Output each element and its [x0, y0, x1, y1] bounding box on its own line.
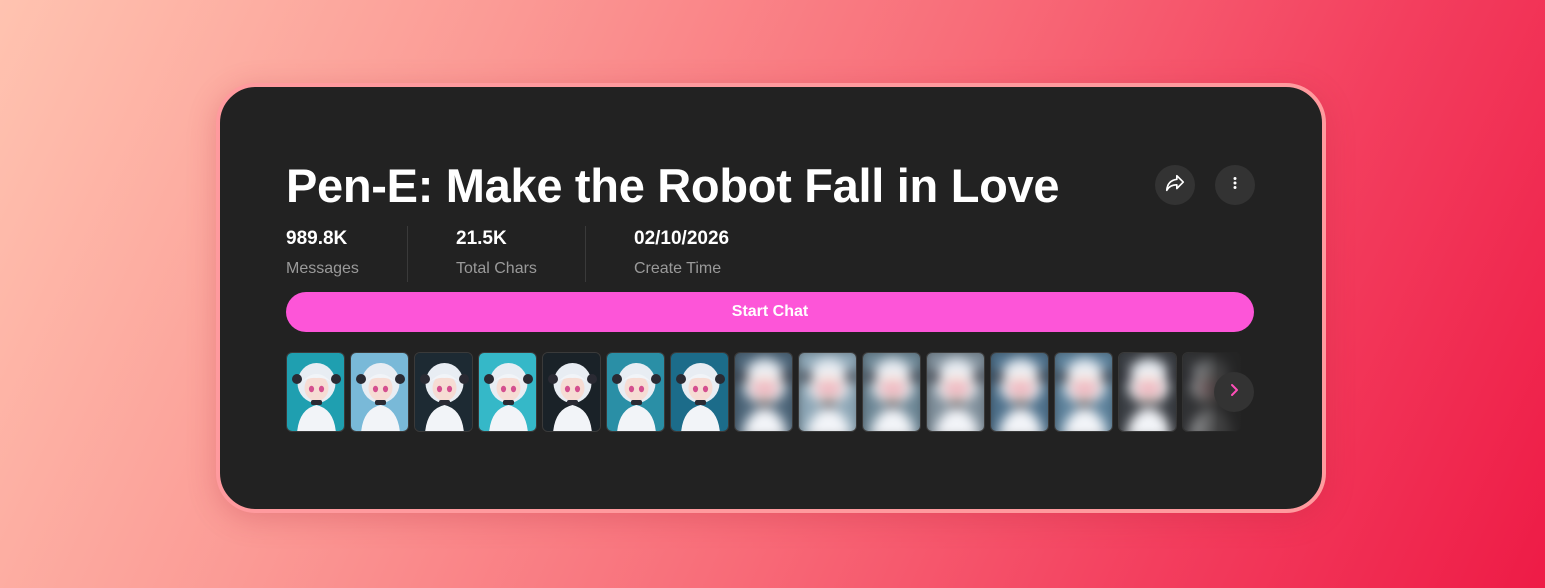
gallery-thumbnail[interactable]: [670, 352, 729, 432]
more-vertical-icon: [1225, 173, 1245, 198]
gallery-thumbnail[interactable]: [478, 352, 537, 432]
gallery-thumbnail[interactable]: [798, 352, 857, 432]
gallery-thumbnail[interactable]: [1054, 352, 1113, 432]
share-button[interactable]: [1155, 165, 1195, 205]
stats-row: 989.8K Messages 21.5K Total Chars 02/10/…: [286, 225, 794, 283]
stat-value: 02/10/2026: [634, 228, 730, 249]
stat-value: 989.8K: [286, 228, 348, 249]
stat-messages: 989.8K Messages: [286, 225, 407, 283]
character-card: Pen-E: Make the Robot Fall in Love 989.8…: [216, 83, 1326, 513]
gallery-next-button[interactable]: [1214, 372, 1254, 412]
gallery-thumbnail[interactable]: [1118, 352, 1177, 432]
gallery-thumbnail[interactable]: [414, 352, 473, 432]
chevron-right-icon: [1226, 382, 1242, 403]
stat-label: Total Chars: [456, 260, 537, 277]
gallery-thumbnail[interactable]: [990, 352, 1049, 432]
gallery-thumbnail[interactable]: [542, 352, 601, 432]
stat-total-chars: 21.5K Total Chars: [408, 225, 585, 283]
gallery-thumbnail[interactable]: [734, 352, 793, 432]
gallery-thumbnail[interactable]: [286, 352, 345, 432]
stat-create-time: 02/10/2026 Create Time: [586, 225, 794, 283]
gallery-thumbnail[interactable]: [926, 352, 985, 432]
stat-value: 21.5K: [456, 228, 507, 249]
more-options-button[interactable]: [1215, 165, 1255, 205]
stat-label: Create Time: [634, 260, 722, 277]
gallery-thumbnail[interactable]: [862, 352, 921, 432]
stat-label: Messages: [286, 260, 359, 277]
start-chat-button[interactable]: Start Chat: [286, 292, 1254, 332]
image-gallery: [286, 352, 1254, 432]
share-icon: [1164, 172, 1186, 199]
gallery-thumbnail[interactable]: [606, 352, 665, 432]
gallery-thumbnail[interactable]: [350, 352, 409, 432]
page-title: Pen-E: Make the Robot Fall in Love: [286, 159, 1060, 212]
